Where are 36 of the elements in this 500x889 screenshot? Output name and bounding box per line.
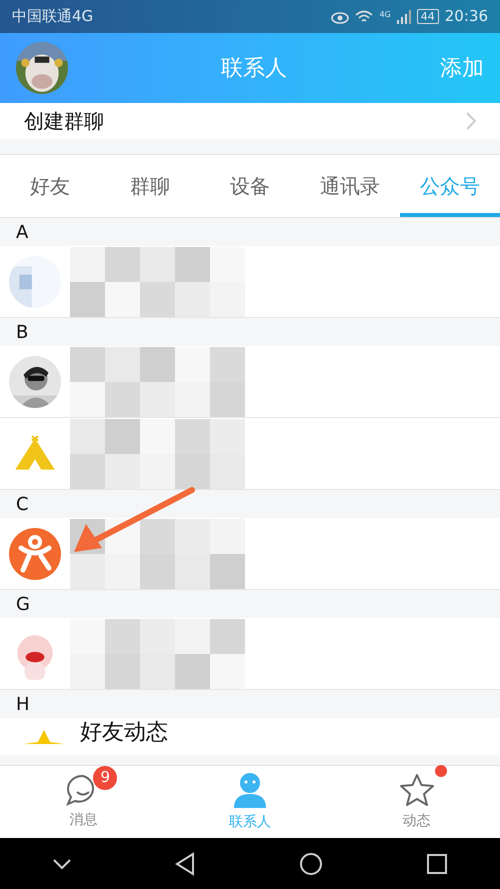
section-letter: A xyxy=(16,220,28,244)
signal-icon xyxy=(396,10,411,24)
contact-row[interactable] xyxy=(0,418,500,490)
clock: 20:36 xyxy=(444,6,488,28)
contact-row[interactable] xyxy=(0,518,500,590)
nav-tab[interactable]: 动态 xyxy=(333,766,500,838)
tab[interactable]: 群聊 xyxy=(100,155,200,217)
unread-badge: 9 xyxy=(93,766,118,790)
star-icon xyxy=(398,772,435,806)
section-letter: B xyxy=(16,320,28,344)
chevron-right-icon xyxy=(466,112,476,130)
person-icon xyxy=(232,772,268,808)
tab[interactable]: 通讯录 xyxy=(300,155,400,217)
contact-name: 好友动态 xyxy=(80,719,168,747)
home-icon[interactable] xyxy=(298,852,323,876)
eye-icon xyxy=(331,10,350,24)
nav-tab[interactable]: 9 消息 xyxy=(0,766,167,838)
network-label: 4G xyxy=(379,9,391,22)
chevron-down-icon[interactable] xyxy=(52,858,72,870)
tab[interactable]: 设备 xyxy=(200,155,300,217)
section-letter: C xyxy=(16,492,29,516)
section-letter: H xyxy=(16,692,30,716)
carrier-label: 中国联通4G xyxy=(12,6,94,28)
battery-indicator: 44 xyxy=(416,9,439,24)
recents-icon[interactable] xyxy=(426,852,448,874)
create-group-row[interactable]: 创建群聊 xyxy=(0,103,500,139)
contact-row[interactable] xyxy=(0,618,500,690)
star-icon xyxy=(24,730,64,746)
contact-row[interactable] xyxy=(0,346,500,418)
page-title: 联系人 xyxy=(221,54,287,82)
section-letter: G xyxy=(16,592,30,616)
tab[interactable]: 好友 xyxy=(0,155,100,217)
back-icon[interactable] xyxy=(175,852,196,876)
person-logo-icon xyxy=(9,528,61,580)
wifi-icon xyxy=(355,10,374,24)
contact-row[interactable] xyxy=(0,246,500,318)
